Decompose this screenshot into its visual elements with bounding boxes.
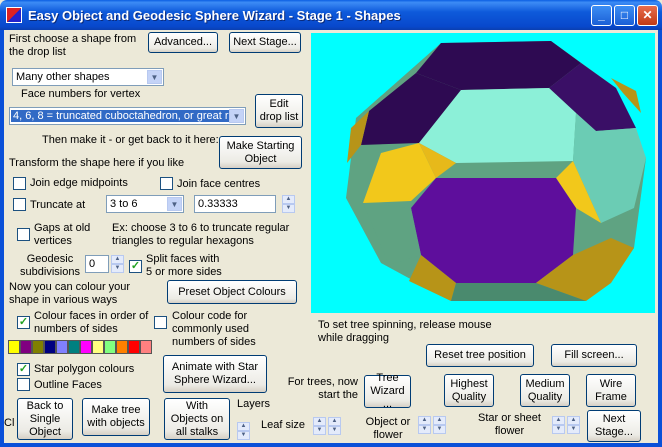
- wire-frame-button[interactable]: Wire Frame: [586, 374, 636, 407]
- geodesic-field[interactable]: 0: [85, 255, 109, 273]
- window-title: Easy Object and Geodesic Sphere Wizard -…: [28, 8, 401, 23]
- highest-quality-button[interactable]: Highest Quality: [444, 374, 494, 407]
- colour-label: Now you can colour your shape in various…: [9, 281, 131, 306]
- gaps-label: Gaps at old vertices: [34, 222, 91, 247]
- colour-code-checkbox[interactable]: [154, 316, 167, 329]
- join-edge-label: Join edge midpoints: [30, 177, 128, 189]
- reset-tree-position-button[interactable]: Reset tree position: [426, 344, 534, 367]
- chevron-down-icon[interactable]: ▼: [147, 70, 162, 84]
- truncate-select[interactable]: 3 to 6 ▼: [106, 195, 184, 213]
- truncate-checkbox[interactable]: [13, 198, 26, 211]
- transform-label: Transform the shape here if you like: [9, 157, 185, 169]
- face-numbers-label: Face numbers for vertex: [21, 88, 141, 100]
- colour-swatch[interactable]: [56, 340, 68, 354]
- colour-faces-checkbox[interactable]: ✓: [17, 316, 30, 329]
- star-sheet-stepper-b[interactable]: ▲ ▼: [567, 416, 580, 434]
- window-frame-left: [0, 30, 4, 447]
- geodesic-label: Geodesic subdivisions: [20, 253, 80, 278]
- truncate-value-field[interactable]: 0.33333: [194, 195, 276, 213]
- colour-swatch[interactable]: [140, 340, 152, 354]
- layers-stepper[interactable]: ▲ ▼: [237, 422, 251, 440]
- colour-faces-label: Colour faces in order of numbers of side…: [34, 310, 149, 335]
- close-button[interactable]: ✕: [637, 5, 658, 26]
- geodesic-stepper[interactable]: ▲ ▼: [111, 255, 124, 273]
- back-to-single-object-button[interactable]: Back to Single Object: [17, 398, 73, 440]
- colour-swatch[interactable]: [8, 340, 20, 354]
- example-label: Ex: choose 3 to 6 to truncate regular tr…: [112, 222, 290, 247]
- join-face-checkbox[interactable]: [160, 177, 173, 190]
- colour-code-label: Colour code for commonly used numbers of…: [172, 310, 256, 348]
- title-bar: Easy Object and Geodesic Sphere Wizard -…: [0, 0, 662, 30]
- preset-colours-button[interactable]: Preset Object Colours: [167, 280, 297, 304]
- minimize-button[interactable]: _: [591, 5, 612, 26]
- next-stage-bottom-button[interactable]: Next Stage...: [587, 410, 641, 442]
- star-sheet-label: Star or sheet flower: [478, 412, 541, 437]
- leaf-size-stepper-b[interactable]: ▲ ▼: [328, 417, 341, 435]
- colour-swatch[interactable]: [104, 340, 116, 354]
- fill-screen-button[interactable]: Fill screen...: [551, 344, 637, 367]
- star-sheet-stepper-a[interactable]: ▲ ▼: [552, 416, 565, 434]
- outline-faces-checkbox[interactable]: [17, 378, 30, 391]
- window-frame-right: [658, 30, 662, 447]
- chevron-down-icon[interactable]: ▼: [167, 197, 182, 211]
- make-starting-object-button[interactable]: Make Starting Object: [219, 136, 302, 169]
- maximize-button[interactable]: □: [614, 5, 635, 26]
- edit-drop-list-button[interactable]: Edit drop list: [255, 94, 303, 128]
- make-it-label: Then make it - or get back to it here:: [42, 134, 219, 146]
- layers-label: Layers: [237, 398, 271, 410]
- colour-swatch[interactable]: [116, 340, 128, 354]
- window-frame-bottom: [0, 443, 662, 447]
- shape-viewport[interactable]: [311, 33, 655, 313]
- join-edge-checkbox[interactable]: [13, 177, 26, 190]
- cl-label: Cl: [4, 417, 15, 429]
- app-icon[interactable]: [6, 7, 22, 23]
- leaf-size-stepper-a[interactable]: ▲ ▼: [313, 417, 326, 435]
- leaf-size-label: Leaf size: [261, 419, 306, 431]
- make-tree-button[interactable]: Make tree with objects: [82, 398, 150, 436]
- animate-star-sphere-button[interactable]: Animate with Star Sphere Wizard...: [163, 355, 267, 393]
- join-face-label: Join face centres: [177, 178, 261, 190]
- split-faces-checkbox[interactable]: ✓: [129, 260, 142, 273]
- colour-swatch[interactable]: [20, 340, 32, 354]
- with-objects-button[interactable]: With Objects on all stalks: [164, 398, 230, 440]
- shape-select[interactable]: Many other shapes ▼: [12, 68, 164, 86]
- truncate-label: Truncate at: [30, 199, 86, 211]
- colour-swatch[interactable]: [32, 340, 44, 354]
- star-polygon-checkbox[interactable]: ✓: [17, 363, 30, 376]
- colour-swatch[interactable]: [92, 340, 104, 354]
- colour-swatch[interactable]: [80, 340, 92, 354]
- advanced-button[interactable]: Advanced...: [148, 32, 218, 53]
- vertex-select[interactable]: 4, 6, 8 = truncated cuboctahedron, or gr…: [9, 107, 246, 125]
- outline-faces-label: Outline Faces: [34, 379, 102, 391]
- object-flower-stepper-a[interactable]: ▲ ▼: [418, 416, 431, 434]
- colour-swatch[interactable]: [44, 340, 56, 354]
- spin-hint: To set tree spinning, release mouse whil…: [318, 319, 492, 344]
- colour-swatch[interactable]: [68, 340, 80, 354]
- next-stage-top-button[interactable]: Next Stage...: [229, 32, 301, 53]
- colour-swatch[interactable]: [128, 340, 140, 354]
- choose-shape-label: First choose a shape from the drop list: [9, 33, 137, 58]
- tree-wizard-button[interactable]: Tree Wizard ...: [364, 372, 411, 410]
- split-faces-label: Split faces with 5 or more sides: [146, 253, 222, 278]
- object-flower-label: Object or flower: [365, 416, 411, 441]
- object-flower-stepper-b[interactable]: ▲ ▼: [433, 416, 446, 434]
- star-polygon-label: Star polygon colours: [34, 363, 135, 375]
- truncate-stepper[interactable]: ▲ ▼: [282, 195, 295, 213]
- chevron-down-icon[interactable]: ▼: [229, 109, 244, 123]
- for-trees-label: For trees, now start the: [287, 376, 358, 401]
- gaps-checkbox[interactable]: [17, 228, 30, 241]
- medium-quality-button[interactable]: Medium Quality: [520, 374, 570, 407]
- truncated-cuboctahedron-render: [346, 41, 646, 301]
